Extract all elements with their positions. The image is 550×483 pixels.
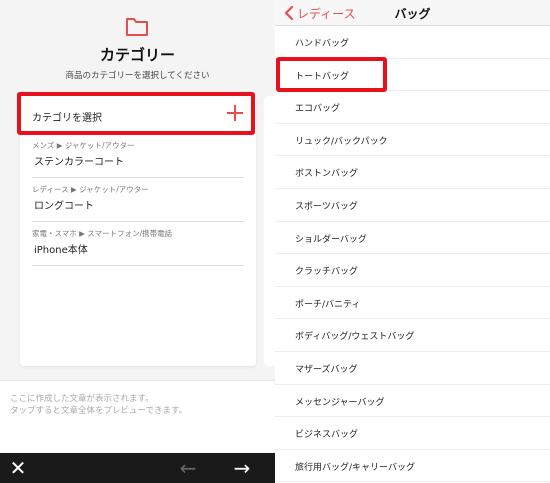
bag-list: ハンドバッグ トートバッグ エコバッグ リュック/バックパック ボストンバッグ …	[275, 26, 550, 483]
recent-category-path: レディース ▶ ジャケット/アウター	[32, 185, 149, 194]
list-item[interactable]: ポーチ/バニティ	[275, 287, 550, 320]
list-item-label: メッセンジャーバッグ	[295, 397, 385, 408]
list-item[interactable]: エコバッグ	[275, 91, 550, 124]
tote-bag-highlight	[276, 57, 387, 92]
list-item-label: エコバッグ	[295, 104, 341, 115]
list-item-label: スポーツバッグ	[295, 201, 358, 212]
list-item[interactable]: クラッチバッグ	[275, 254, 550, 287]
recent-category-item[interactable]: メンズ ▶ ジャケット/アウター ステンカラーコート	[32, 134, 244, 178]
list-item[interactable]: スポーツバッグ	[275, 189, 550, 222]
list-item-label: クラッチバッグ	[295, 267, 359, 278]
recent-category-name: iPhone本体	[34, 245, 88, 256]
text-preview[interactable]: ここに作成した文章が表示されます。 タップすると文章全体をプレビューできます。	[0, 380, 275, 452]
list-item-label: ポーチ/バニティ	[295, 299, 361, 310]
list-item-label: ビジネスバッグ	[295, 430, 359, 441]
list-item[interactable]: ハンドバッグ	[275, 26, 550, 59]
navigation-bar: レディース バッグ	[275, 0, 550, 26]
list-item-label: ハンドバッグ	[295, 39, 350, 49]
list-item-label: ボディバッグ/ウェストバッグ	[295, 332, 415, 343]
preview-placeholder: ここに作成した文章が表示されます。 タップすると文章全体をプレビューできます。	[10, 394, 188, 416]
recent-category-path: メンズ ▶ ジャケット/アウター	[32, 141, 135, 150]
list-item-label: 旅行用バッグ/キャリーバッグ	[295, 462, 415, 473]
next-card-peek	[264, 96, 275, 366]
list-item[interactable]: マザーズバッグ	[275, 352, 550, 385]
list-item[interactable]: ボディバッグ/ウェストバッグ	[275, 319, 550, 352]
folder-icon	[126, 18, 148, 36]
category-screen: カテゴリー 商品のカテゴリーを選択してください カテゴリを選択 メンズ ▶ ジャ…	[0, 0, 275, 483]
list-item[interactable]: リュック/バックパック	[275, 124, 550, 157]
list-item[interactable]: メッセンジャーバッグ	[275, 385, 550, 418]
close-icon[interactable]: ✕	[6, 453, 30, 483]
recent-category-name: ロングコート	[34, 201, 94, 212]
bag-category-screen: レディース バッグ ハンドバッグ トートバッグ エコバッグ リュック/バックパッ…	[275, 0, 550, 483]
list-item[interactable]: ビジネスバッグ	[275, 417, 550, 450]
category-card: カテゴリを選択 メンズ ▶ ジャケット/アウター ステンカラーコート レディース…	[20, 96, 256, 366]
bottom-toolbar: ✕ ← →	[0, 453, 275, 483]
list-item[interactable]: ボストンバッグ	[275, 156, 550, 189]
recent-category-name: ステンカラーコート	[34, 157, 124, 168]
list-item-label: マザーズバッグ	[295, 364, 358, 375]
recent-category-item[interactable]: 家電・スマホ ▶ スマートフォン/携帯電話 iPhone本体	[32, 222, 244, 266]
list-item[interactable]: ショルダーバッグ	[275, 222, 550, 255]
page-subtitle: 商品のカテゴリーを選択してください	[65, 71, 210, 81]
list-item-label: リュック/バックパック	[295, 136, 388, 147]
list-item-label: ショルダーバッグ	[295, 234, 367, 245]
forward-arrow-icon[interactable]: →	[230, 453, 254, 483]
list-item-label: ボストンバッグ	[295, 169, 359, 180]
back-arrow-icon[interactable]: ←	[176, 453, 200, 483]
recent-category-path: 家電・スマホ ▶ スマートフォン/携帯電話	[32, 229, 173, 238]
recent-category-item[interactable]: レディース ▶ ジャケット/アウター ロングコート	[32, 178, 244, 222]
list-item[interactable]: 旅行用バッグ/キャリーバッグ	[275, 450, 550, 483]
page-title: カテゴリー	[99, 46, 175, 64]
nav-title: バッグ	[394, 7, 431, 21]
select-category-highlight	[17, 92, 255, 135]
